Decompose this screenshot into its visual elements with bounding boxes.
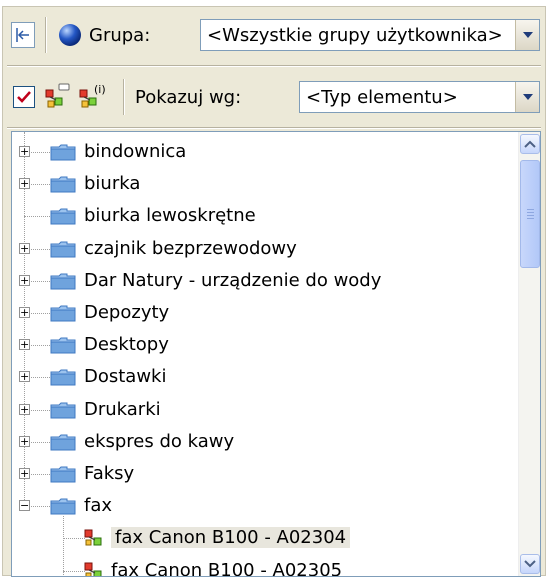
- toolbar-separator: [123, 79, 125, 115]
- folder-icon: [50, 336, 76, 354]
- folder-icon: [50, 433, 76, 451]
- toolbar-divider: [7, 65, 541, 67]
- folder-icon: [50, 272, 76, 290]
- info-superscript: (i): [94, 83, 106, 96]
- tree-line: [63, 570, 85, 572]
- tree-item-label: czajnik bezprzewodowy: [84, 237, 297, 259]
- folder-icon: [50, 304, 76, 322]
- expand-icon[interactable]: +: [19, 242, 30, 254]
- tree-item-label: biurka: [84, 173, 141, 195]
- toolbar-separator: [45, 17, 47, 53]
- tree-item[interactable]: biurka lewoskrętne: [12, 200, 512, 232]
- tree-item[interactable]: + Dar Natury - urządzenie do wody: [12, 265, 512, 297]
- tree-item-label: biurka lewoskrętne: [84, 205, 256, 227]
- tree-item[interactable]: + Drukarki: [12, 394, 512, 426]
- group-select-value: <Wszystkie grupy użytkownika>: [207, 24, 503, 46]
- show-by-select-value: <Typ elementu>: [306, 86, 458, 108]
- tree-item-label: Dostawki: [84, 366, 167, 388]
- expand-icon[interactable]: +: [19, 274, 30, 286]
- show-elements-button[interactable]: [43, 82, 73, 112]
- back-arrow-icon: [16, 28, 29, 42]
- expand-icon[interactable]: +: [19, 307, 30, 318]
- group-select[interactable]: <Wszystkie grupy użytkownika>: [200, 19, 540, 51]
- folder-icon: [50, 497, 76, 515]
- tree-item[interactable]: + ekspres do kawy: [12, 426, 512, 458]
- checkbox-icon: [17, 91, 31, 103]
- tree-view[interactable]: + bindownica + biurka biurka lewoskrętne + cza…: [11, 131, 541, 577]
- tree-item-label: fax: [84, 495, 113, 517]
- tree-child-item[interactable]: fax Canon B100 - A02304: [12, 522, 512, 554]
- scroll-down-button[interactable]: [520, 554, 540, 574]
- expand-icon[interactable]: +: [19, 403, 30, 415]
- toolbar-divider: [7, 127, 541, 129]
- tree-item[interactable]: + Dostawki: [12, 361, 512, 393]
- tree-child-label: fax Canon B100 - A02305: [111, 559, 343, 577]
- chevron-up-icon: [524, 140, 536, 148]
- tree-line: [24, 216, 50, 218]
- collapse-panel-button[interactable]: [11, 22, 35, 48]
- collapse-icon[interactable]: −: [19, 500, 30, 512]
- network-nodes-info-icon: (i): [79, 83, 106, 108]
- expand-icon[interactable]: +: [19, 146, 30, 157]
- tree-item[interactable]: + czajnik bezprzewodowy: [12, 233, 512, 265]
- expand-icon[interactable]: +: [19, 178, 30, 190]
- tree-item[interactable]: + Faksy: [12, 458, 512, 490]
- tree-item-label: Desktopy: [84, 334, 169, 356]
- tree-item[interactable]: − fax: [12, 490, 512, 522]
- folder-icon: [50, 401, 76, 419]
- folder-icon: [50, 143, 76, 161]
- tree-item-label: bindownica: [84, 141, 187, 162]
- folder-icon: [50, 175, 76, 193]
- network-nodes-icon: [45, 83, 70, 108]
- tree-item-label: Drukarki: [84, 398, 161, 420]
- tree-item[interactable]: + bindownica: [12, 136, 512, 168]
- vertical-scrollbar[interactable]: [518, 132, 540, 576]
- checkbox-button[interactable]: [13, 86, 35, 108]
- expand-icon[interactable]: +: [19, 371, 30, 383]
- show-by-label: Pokazuj wg:: [135, 86, 242, 108]
- folder-icon: [50, 207, 76, 225]
- tree-item-label: ekspres do kawy: [84, 430, 235, 452]
- tree-panel: Grupa: <Wszystkie grupy użytkownika> (i)…: [2, 6, 546, 577]
- globe-icon: [59, 24, 81, 46]
- chevron-down-icon: [524, 560, 536, 568]
- tree-item[interactable]: + Desktopy: [12, 329, 512, 361]
- tree-item-label: Dar Natury - urządzenie do wody: [84, 269, 382, 291]
- folder-icon: [50, 465, 76, 483]
- tree-item[interactable]: + biurka: [12, 168, 512, 200]
- tree-item-label: Depozyty: [84, 302, 170, 323]
- group-label: Grupa:: [89, 24, 151, 46]
- folder-icon: [50, 368, 76, 386]
- folder-icon: [50, 240, 76, 258]
- tree-item[interactable]: + Depozyty: [12, 297, 512, 329]
- element-node-icon: [83, 561, 109, 576]
- show-by-select[interactable]: <Typ elementu>: [299, 81, 540, 113]
- show-elements-info-button[interactable]: (i): [77, 82, 113, 112]
- expand-icon[interactable]: +: [19, 435, 30, 447]
- scroll-thumb[interactable]: [520, 160, 540, 268]
- expand-icon[interactable]: +: [19, 339, 30, 351]
- tree-line: [63, 538, 85, 540]
- tree-child-label: fax Canon B100 - A02304: [111, 527, 351, 549]
- chevron-down-icon[interactable]: [515, 20, 539, 50]
- tree-item-label: Faksy: [84, 463, 135, 484]
- expand-icon[interactable]: +: [19, 468, 30, 479]
- tree-child-item[interactable]: fax Canon B100 - A02305: [12, 555, 512, 577]
- element-node-icon: [83, 528, 109, 546]
- chevron-down-icon[interactable]: [515, 82, 539, 112]
- scroll-up-button[interactable]: [520, 134, 540, 154]
